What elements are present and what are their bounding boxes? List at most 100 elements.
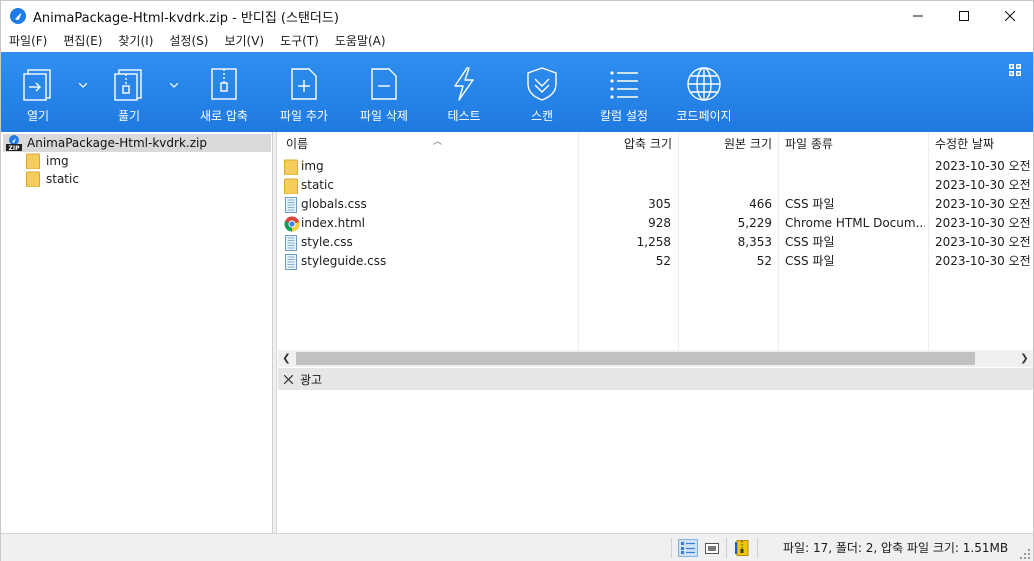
new-archive-button[interactable]: 새로 압축 <box>195 52 253 132</box>
extract-dropdown-arrow[interactable] <box>168 80 180 90</box>
status-separator <box>757 538 758 558</box>
extract-icon <box>109 64 149 104</box>
file-type-cell: CSS 파일 <box>785 254 835 268</box>
svg-text:ZIP: ZIP <box>9 145 21 151</box>
scroll-left-icon[interactable]: ❮ <box>278 350 295 367</box>
maximize-icon <box>959 11 969 21</box>
window-controls <box>895 1 1033 31</box>
archive-info-icon[interactable] <box>732 539 752 557</box>
maximize-button[interactable] <box>941 1 987 31</box>
delete-file-label: 파일 삭제 <box>360 109 408 123</box>
extract-button[interactable]: 풀기 <box>106 52 152 132</box>
horizontal-scrollbar[interactable]: ❮ ❯ <box>278 350 1033 367</box>
menu-file[interactable]: 파일(F) <box>1 31 55 52</box>
menu-settings[interactable]: 설정(S) <box>161 31 216 52</box>
ad-content-area <box>278 390 1033 533</box>
scrollbar-thumb[interactable] <box>296 352 975 365</box>
packed-size-cell: 305 <box>648 197 671 211</box>
close-button[interactable] <box>987 1 1033 31</box>
column-header-type[interactable]: 파일 종류 <box>785 132 925 156</box>
modified-date-cell: 2023-10-30 오전 <box>935 159 1031 173</box>
menu-view[interactable]: 보기(V) <box>216 31 272 52</box>
toolbar: 열기 풀기 새로 압축 파일 추가 파일 삭제 테스트 스캔 칼럼 설정 코드페… <box>1 52 1033 132</box>
packed-size-cell <box>578 176 671 195</box>
menu-find[interactable]: 찾기(I) <box>110 31 161 52</box>
menu-help[interactable]: 도움말(A) <box>327 31 394 52</box>
add-file-label: 파일 추가 <box>280 109 328 123</box>
close-ad-icon[interactable] <box>282 373 294 385</box>
menu-tools[interactable]: 도구(T) <box>272 31 327 52</box>
tree-root-archive[interactable]: ZIP AnimaPackage-Html-kvdrk.zip <box>3 134 271 152</box>
folder-icon <box>26 171 40 187</box>
new-archive-icon <box>204 64 244 104</box>
file-name: img <box>301 159 324 173</box>
window-title: AnimaPackage-Html-kvdrk.zip - 반디집 (스탠더드) <box>33 10 339 26</box>
column-header-packed[interactable]: 압축 크기 <box>578 132 672 156</box>
file-name: index.html <box>301 216 365 230</box>
column-settings-label: 칼럼 설정 <box>600 109 648 123</box>
pane-splitter[interactable] <box>273 132 277 533</box>
modified-date-cell: 2023-10-30 오전 <box>935 254 1031 268</box>
file-name: static <box>301 178 334 192</box>
tree-root-label: AnimaPackage-Html-kvdrk.zip <box>27 136 207 150</box>
packed-size-cell <box>578 157 671 176</box>
zip-archive-icon: ZIP <box>6 135 22 152</box>
name-cell: index.html <box>278 214 576 233</box>
app-window: AnimaPackage-Html-kvdrk.zip - 반디집 (스탠더드)… <box>0 0 1034 561</box>
scroll-right-icon[interactable]: ❯ <box>1016 350 1033 367</box>
open-icon <box>18 64 58 104</box>
menu-bar: 파일(F) 편집(E) 찾기(I) 설정(S) 보기(V) 도구(T) 도움말(… <box>1 31 1033 52</box>
test-label: 테스트 <box>447 109 481 123</box>
ad-label: 광고 <box>300 372 323 387</box>
folder-tree: ZIP AnimaPackage-Html-kvdrk.zip img stat… <box>1 132 273 533</box>
modified-date-cell: 2023-10-30 오전 <box>935 216 1031 230</box>
new-archive-label: 새로 압축 <box>200 109 248 123</box>
modified-date-cell: 2023-10-30 오전 <box>935 197 1031 211</box>
chrome-html-icon <box>284 216 300 232</box>
modified-date-cell: 2023-10-30 오전 <box>935 178 1031 192</box>
open-button[interactable]: 열기 <box>15 52 61 132</box>
thumbnail-view-icon[interactable] <box>702 539 722 557</box>
delete-file-button[interactable]: 파일 삭제 <box>355 52 413 132</box>
tree-item-static[interactable]: static <box>26 170 79 188</box>
ad-bar: 광고 <box>278 368 1033 390</box>
file-type-cell: CSS 파일 <box>785 235 835 249</box>
name-cell: img <box>278 157 576 176</box>
minimize-button[interactable] <box>895 1 941 31</box>
table-row[interactable]: index.html 928 5,229 Chrome HTML Docum... 20… <box>278 214 1033 233</box>
list-columns-icon <box>604 64 644 104</box>
table-row[interactable]: styleguide.css 52 52 CSS 파일 2023-10-30 오전 <box>278 252 1033 271</box>
column-header-name[interactable]: 이름 ︿ <box>286 132 576 156</box>
name-cell: styleguide.css <box>278 252 576 271</box>
details-view-icon[interactable] <box>678 539 698 557</box>
status-separator <box>726 538 727 558</box>
status-bar: 파일: 17, 폴더: 2, 압축 파일 크기: 1.51MB <box>1 533 1033 561</box>
status-summary: 파일: 17, 폴더: 2, 압축 파일 크기: 1.51MB <box>783 541 1009 555</box>
scan-button[interactable]: 스캔 <box>519 52 565 132</box>
menu-edit[interactable]: 편집(E) <box>55 31 110 52</box>
original-size-cell <box>678 157 772 176</box>
table-row[interactable]: static 2023-10-30 오전 <box>278 176 1033 195</box>
close-icon <box>1005 11 1015 21</box>
add-file-button[interactable]: 파일 추가 <box>275 52 333 132</box>
file-name: globals.css <box>301 197 367 211</box>
table-row[interactable]: style.css 1,258 8,353 CSS 파일 2023-10-30 오전 <box>278 233 1033 252</box>
tree-item-label: img <box>46 154 69 168</box>
column-settings-button[interactable]: 칼럼 설정 <box>595 52 653 132</box>
file-name: style.css <box>301 235 353 249</box>
column-header-size[interactable]: 원본 크기 <box>678 132 772 156</box>
codepage-button[interactable]: 코드페이지 <box>673 52 735 132</box>
layout-grid-icon[interactable] <box>1009 64 1021 76</box>
resize-grip-icon[interactable] <box>1020 548 1030 559</box>
name-cell: globals.css <box>278 195 576 214</box>
table-row[interactable]: globals.css 305 466 CSS 파일 2023-10-30 오전 <box>278 195 1033 214</box>
test-button[interactable]: 테스트 <box>441 52 487 132</box>
minimize-icon <box>913 15 923 17</box>
globe-icon <box>684 64 724 104</box>
table-row[interactable]: img 2023-10-30 오전 <box>278 157 1033 176</box>
open-dropdown-arrow[interactable] <box>77 80 89 90</box>
delete-file-icon <box>364 64 404 104</box>
list-header: 이름 ︿ 압축 크기 원본 크기 파일 종류 수정한 날짜 <box>278 132 1033 156</box>
column-header-modified[interactable]: 수정한 날짜 <box>935 132 1033 156</box>
tree-item-img[interactable]: img <box>26 152 69 170</box>
